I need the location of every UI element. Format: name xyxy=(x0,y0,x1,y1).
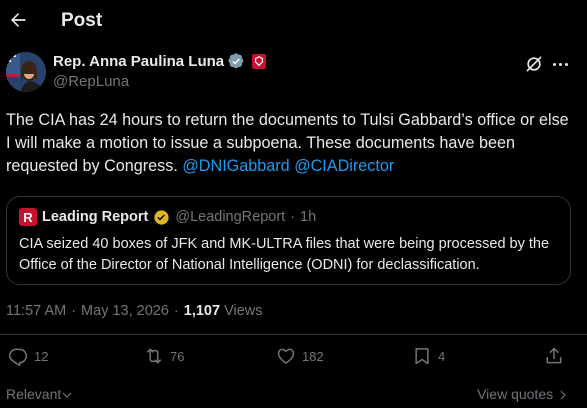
avatar-image xyxy=(6,52,46,92)
reply-button[interactable]: 12 xyxy=(8,346,48,366)
author-name[interactable]: Rep. Anna Paulina Luna xyxy=(53,53,224,70)
page-title: Post xyxy=(61,10,103,31)
grok-icon xyxy=(526,56,542,72)
replies-footer: Relevant View quotes xyxy=(0,382,587,408)
quoted-time: 1h xyxy=(300,209,317,225)
arrow-left-icon xyxy=(11,13,26,27)
quoted-avatar: R xyxy=(19,208,37,226)
verified-badge-icon xyxy=(228,53,244,69)
bookmark-icon xyxy=(415,348,429,365)
reply-icon xyxy=(8,348,28,366)
quoted-post-header: R Leading Report @LeadingReport · 1h xyxy=(19,208,316,226)
divider xyxy=(0,334,587,335)
chevron-down-icon xyxy=(62,392,72,399)
post-text: The CIA has 24 hours to return the docum… xyxy=(6,109,576,178)
author-handle[interactable]: @RepLuna xyxy=(53,73,129,90)
quoted-author-handle: @LeadingReport xyxy=(175,209,286,225)
separator: · xyxy=(290,209,296,225)
more-horizontal-icon xyxy=(553,62,556,66)
post-time[interactable]: 11:57 AM xyxy=(6,303,66,319)
view-quotes-label: View quotes xyxy=(477,386,554,402)
top-bar: Post xyxy=(0,0,587,45)
views-label: Views xyxy=(224,303,263,319)
like-button[interactable]: 182 xyxy=(276,346,324,366)
post-date[interactable]: May 13, 2026 xyxy=(81,303,169,319)
share-icon xyxy=(546,347,562,364)
more-options-button[interactable] xyxy=(553,58,573,70)
post-meta: 11:57 AM · May 13, 2026 · 1,107 Views xyxy=(6,303,263,319)
grok-button[interactable] xyxy=(524,54,544,74)
bookmark-button[interactable]: 4 xyxy=(412,346,445,366)
quoted-post[interactable]: R Leading Report @LeadingReport · 1h CIA… xyxy=(6,196,571,285)
repost-count: 76 xyxy=(170,348,185,364)
sort-label: Relevant xyxy=(6,386,62,402)
action-bar: 12 76 182 4 xyxy=(0,346,587,376)
quoted-post-text: CIA seized 40 boxes of JFK and MK-ULTRA … xyxy=(19,236,550,273)
affiliation-badge-icon xyxy=(252,54,267,69)
view-quotes-link[interactable]: View quotes xyxy=(477,386,569,402)
bookmark-count: 4 xyxy=(438,348,446,364)
mention-link[interactable]: @CIADirector xyxy=(294,157,394,175)
heart-icon xyxy=(277,348,295,364)
more-dot xyxy=(565,62,568,66)
reply-count: 12 xyxy=(34,348,49,364)
author-name-row: Rep. Anna Paulina Luna xyxy=(53,53,267,70)
quoted-author-name: Leading Report xyxy=(42,209,149,225)
share-button[interactable] xyxy=(544,346,564,366)
verified-gold-badge-icon xyxy=(154,209,169,225)
repost-icon xyxy=(147,348,161,364)
chevron-right-icon xyxy=(560,390,566,400)
separator: · xyxy=(71,303,77,319)
repost-button[interactable]: 76 xyxy=(144,346,184,366)
back-button[interactable] xyxy=(8,10,28,30)
separator: · xyxy=(173,303,179,319)
sort-dropdown[interactable]: Relevant xyxy=(6,386,73,402)
mention-link[interactable]: @DNIGabbard xyxy=(182,157,289,175)
views-count: 1,107 xyxy=(183,303,221,319)
avatar[interactable] xyxy=(6,52,46,92)
like-count: 182 xyxy=(302,348,324,364)
more-dot xyxy=(559,62,562,66)
